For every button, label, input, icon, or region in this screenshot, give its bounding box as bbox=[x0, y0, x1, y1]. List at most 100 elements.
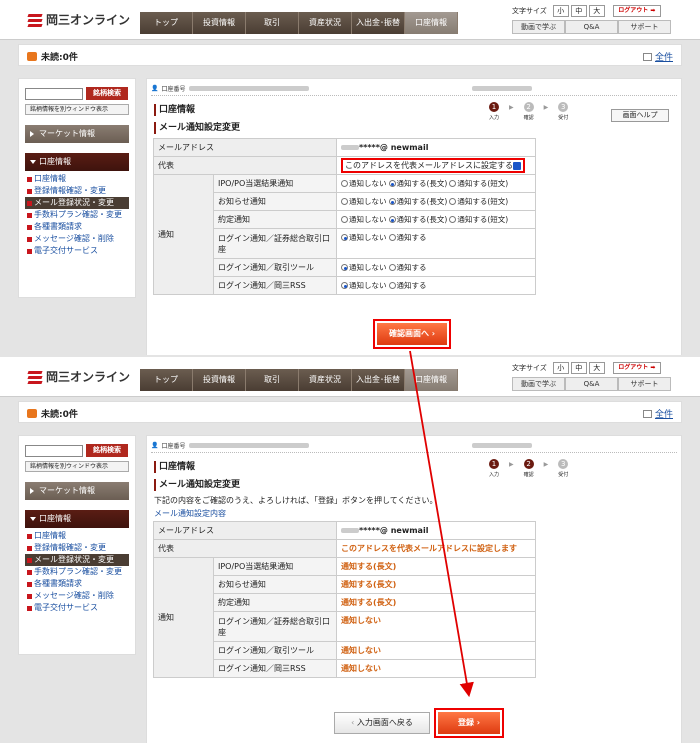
sidebar-item-mail-settings[interactable]: メール登録状況・変更 bbox=[25, 554, 129, 566]
sidebar-item-messages[interactable]: メッセージ確認・削除 bbox=[25, 590, 129, 602]
unread-count[interactable]: 未読:0件 bbox=[27, 50, 78, 63]
row-login-rss-label: ログイン通知／岡三RSS bbox=[213, 276, 337, 295]
video-learn-link[interactable]: 動画で学ぶ bbox=[512, 377, 565, 391]
global-nav: トップ 投資情報 取引 資産状況 入出金･振替 口座情報 bbox=[140, 12, 458, 34]
sidebar-item-messages[interactable]: メッセージ確認・削除 bbox=[25, 233, 129, 245]
radio-long[interactable]: 通知する(長文) bbox=[388, 214, 447, 225]
support-link[interactable]: サポート bbox=[618, 377, 671, 391]
step-indicator: 1 入力 ▶ 2 確認 ▶ 3 受付 bbox=[488, 102, 569, 121]
nav-trade[interactable]: 取引 bbox=[246, 12, 299, 34]
radio-short[interactable]: 通知する(短文) bbox=[449, 214, 508, 225]
confirm-notice: 下記の内容をご確認のうえ、よろしければ、「登録」ボタンを押してください。 bbox=[154, 496, 438, 505]
input-screen: 岡三オンライン トップ 投資情報 取引 資産状況 入出金･振替 口座情報 文字サ… bbox=[0, 0, 700, 355]
stock-search-button[interactable]: 銘柄検索 bbox=[86, 444, 128, 457]
market-info-menu[interactable]: マーケット情報 bbox=[25, 482, 129, 500]
nav-top[interactable]: トップ bbox=[140, 369, 193, 391]
radio-on[interactable]: 通知する bbox=[388, 280, 427, 291]
sidebar-item-fee-plan[interactable]: 手数料プラン確認・変更 bbox=[25, 209, 129, 221]
account-info-menu[interactable]: 口座情報 bbox=[25, 153, 129, 171]
sidebar-item-mail-settings[interactable]: メール登録状況・変更 bbox=[25, 197, 129, 209]
stock-search-input[interactable] bbox=[25, 444, 83, 457]
nav-account-info[interactable]: 口座情報 bbox=[405, 369, 458, 391]
sidebar-item-e-delivery[interactable]: 電子交付サービス bbox=[25, 602, 129, 614]
radio-on[interactable]: 通知する bbox=[388, 232, 427, 243]
open-new-window-button[interactable]: 銘柄情報を別ウィンドウ表示 bbox=[25, 461, 129, 472]
font-size-small-button[interactable]: 小 bbox=[552, 361, 569, 374]
global-nav: トップ 投資情報 取引 資産状況 入出金･振替 口座情報 bbox=[140, 369, 458, 391]
register-button[interactable]: 登録 › bbox=[434, 708, 504, 738]
logo-icon bbox=[27, 13, 43, 27]
video-learn-link[interactable]: 動画で学ぶ bbox=[512, 20, 565, 34]
row-notice-label: お知らせ通知 bbox=[213, 192, 337, 211]
utility-area: 文字サイズ 小 中 大 ログアウト ➡ 動画で学ぶ Q&A サポート bbox=[512, 4, 692, 34]
font-size-large-button[interactable]: 大 bbox=[588, 4, 605, 17]
blurred-text bbox=[188, 86, 309, 91]
logout-button[interactable]: ログアウト ➡ bbox=[612, 361, 661, 374]
row-login-tool-value: 通知しない bbox=[336, 641, 536, 660]
all-messages-link[interactable]: 全件 bbox=[642, 407, 673, 420]
page-title: 口座情報 bbox=[154, 104, 195, 116]
header: 岡三オンライン トップ 投資情報 取引 資産状況 入出金･振替 口座情報 文字サ… bbox=[0, 0, 700, 40]
info-bar: 未読:0件 全件 bbox=[18, 44, 682, 66]
font-size-label: 文字サイズ bbox=[512, 6, 547, 15]
open-new-window-button[interactable]: 銘柄情報を別ウィンドウ表示 bbox=[25, 104, 129, 115]
nav-invest-info[interactable]: 投資情報 bbox=[193, 12, 246, 34]
nav-trade[interactable]: 取引 bbox=[246, 369, 299, 391]
market-info-menu[interactable]: マーケット情報 bbox=[25, 125, 129, 143]
font-size-small-button[interactable]: 小 bbox=[552, 4, 569, 17]
radio-on[interactable]: 通知する bbox=[388, 262, 427, 273]
screen-help-button[interactable]: 画面ヘルプ bbox=[611, 109, 669, 122]
support-link[interactable]: サポート bbox=[618, 20, 671, 34]
row-login-rss-value: 通知しない bbox=[336, 659, 536, 678]
sidebar-item-registration[interactable]: 登録情報確認・変更 bbox=[25, 542, 129, 554]
radio-none[interactable]: 通知しない bbox=[341, 214, 387, 225]
account-info-menu[interactable]: 口座情報 bbox=[25, 510, 129, 528]
unread-count[interactable]: 未読:0件 bbox=[27, 407, 78, 420]
nav-account-info[interactable]: 口座情報 bbox=[405, 12, 458, 34]
step-input: 入力 bbox=[488, 472, 499, 478]
confirm-screen: 岡三オンライン トップ 投資情報 取引 資産状況 入出金･振替 口座情報 文字サ… bbox=[0, 357, 700, 743]
nav-transfer[interactable]: 入出金･振替 bbox=[352, 12, 405, 34]
qa-link[interactable]: Q&A bbox=[565, 20, 618, 34]
confirm-button[interactable]: 確認画面へ › bbox=[373, 319, 451, 349]
stock-search-input[interactable] bbox=[25, 87, 83, 100]
nav-invest-info[interactable]: 投資情報 bbox=[193, 369, 246, 391]
sidebar-item-account-info[interactable]: 口座情報 bbox=[25, 173, 129, 185]
radio-none[interactable]: 通知しない bbox=[341, 262, 387, 273]
qa-link[interactable]: Q&A bbox=[565, 377, 618, 391]
sidebar-item-documents[interactable]: 各種書類請求 bbox=[25, 578, 129, 590]
nav-top[interactable]: トップ bbox=[140, 12, 193, 34]
radio-none[interactable]: 通知しない bbox=[341, 280, 387, 291]
radio-long[interactable]: 通知する(長文) bbox=[388, 196, 447, 207]
radio-short[interactable]: 通知する(短文) bbox=[449, 196, 508, 207]
all-messages-link[interactable]: 全件 bbox=[642, 50, 673, 63]
sidebar-item-registration[interactable]: 登録情報確認・変更 bbox=[25, 185, 129, 197]
blurred-text bbox=[471, 86, 532, 91]
nav-assets[interactable]: 資産状況 bbox=[299, 369, 352, 391]
row-execution-label: 約定通知 bbox=[213, 210, 337, 229]
sidebar-item-documents[interactable]: 各種書類請求 bbox=[25, 221, 129, 233]
nav-assets[interactable]: 資産状況 bbox=[299, 12, 352, 34]
sidebar-item-account-info[interactable]: 口座情報 bbox=[25, 530, 129, 542]
row-ipo-label: IPO/PO当選結果通知 bbox=[213, 557, 337, 576]
radio-none[interactable]: 通知しない bbox=[341, 178, 387, 189]
primary-address-checkbox[interactable]: このアドレスを代表メールアドレスに設定する bbox=[341, 158, 525, 173]
sidebar-item-fee-plan[interactable]: 手数料プラン確認・変更 bbox=[25, 566, 129, 578]
back-to-input-button[interactable]: ‹ 入力画面へ戻る bbox=[334, 712, 430, 734]
font-size-medium-button[interactable]: 中 bbox=[570, 4, 587, 17]
font-size-large-button[interactable]: 大 bbox=[588, 361, 605, 374]
logo[interactable]: 岡三オンライン bbox=[27, 368, 130, 385]
row-login-tool-label: ログイン通知／取引ツール bbox=[213, 641, 337, 660]
logout-button[interactable]: ログアウト ➡ bbox=[612, 4, 661, 17]
sidebar-item-e-delivery[interactable]: 電子交付サービス bbox=[25, 245, 129, 257]
window-icon bbox=[642, 409, 652, 418]
radio-long[interactable]: 通知する(長文) bbox=[388, 178, 447, 189]
stock-search-button[interactable]: 銘柄検索 bbox=[86, 87, 128, 100]
logo[interactable]: 岡三オンライン bbox=[27, 11, 130, 28]
radio-short[interactable]: 通知する(短文) bbox=[449, 178, 508, 189]
row-login-account-value: 通知しない bbox=[336, 611, 536, 642]
font-size-medium-button[interactable]: 中 bbox=[570, 361, 587, 374]
radio-none[interactable]: 通知しない bbox=[341, 232, 387, 243]
nav-transfer[interactable]: 入出金･振替 bbox=[352, 369, 405, 391]
radio-none[interactable]: 通知しない bbox=[341, 196, 387, 207]
